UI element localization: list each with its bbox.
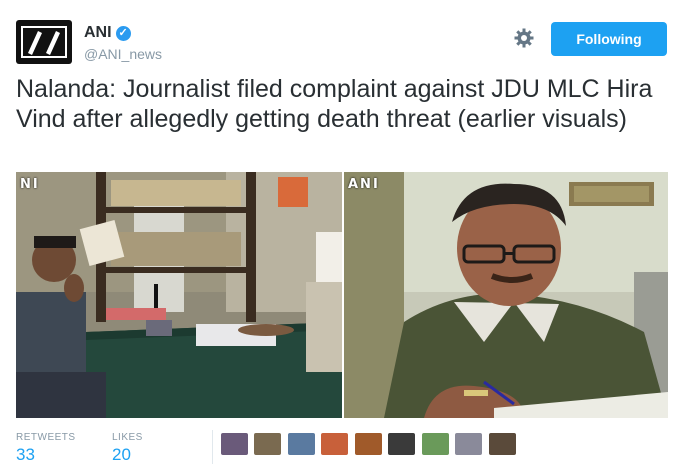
office-photo — [16, 172, 342, 418]
media-watermark-left: NI — [20, 177, 40, 192]
liker-avatar[interactable] — [355, 433, 382, 455]
avatar[interactable] — [16, 20, 72, 64]
following-button[interactable]: Following — [551, 22, 667, 56]
media-photo-left[interactable]: NI — [16, 172, 342, 418]
stats-divider — [212, 430, 213, 464]
liker-avatar[interactable] — [455, 433, 482, 455]
liker-avatar[interactable] — [388, 433, 415, 455]
media-watermark-right: ANI — [348, 177, 380, 192]
likes-label: LIKES — [112, 432, 143, 443]
gear-icon[interactable] — [512, 26, 536, 50]
tweet-stats: RETWEETS 33 LIKES 20 — [16, 428, 684, 468]
liker-avatar[interactable] — [288, 433, 315, 455]
user-name-row[interactable]: ANI ✓ — [84, 24, 131, 42]
ani-logo-icon — [21, 26, 67, 58]
tweet-header: ANI ✓ @ANI_news Following — [16, 20, 684, 64]
liker-avatar[interactable] — [221, 433, 248, 455]
liker-avatar[interactable] — [254, 433, 281, 455]
retweets-count[interactable]: 33 — [16, 445, 76, 465]
tweet-text: Nalanda: Journalist filed complaint agai… — [16, 75, 653, 133]
user-name[interactable]: ANI — [84, 24, 112, 41]
tweet-media[interactable]: NI ANI — [16, 172, 668, 418]
media-photo-right[interactable]: ANI — [344, 172, 668, 418]
retweets-label: RETWEETS — [16, 432, 76, 443]
liker-avatar[interactable] — [422, 433, 449, 455]
likes-count[interactable]: 20 — [112, 445, 143, 465]
liker-avatar[interactable] — [489, 433, 516, 455]
liker-avatar[interactable] — [321, 433, 348, 455]
verified-badge-icon: ✓ — [115, 26, 131, 41]
retweets-stat[interactable]: RETWEETS 33 — [16, 432, 76, 465]
man-writing-photo — [344, 172, 668, 418]
likes-stat[interactable]: LIKES 20 — [112, 432, 143, 465]
user-handle[interactable]: @ANI_news — [84, 46, 162, 62]
